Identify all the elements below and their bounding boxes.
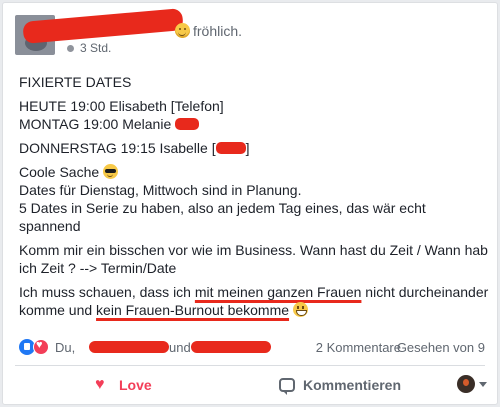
comment-button[interactable]: Kommentieren	[279, 369, 401, 401]
redacted-name	[89, 341, 169, 353]
underlined-text-2: kein Frauen-Burnout bekomme	[96, 302, 290, 318]
date-line-montag: MONTAG 19:00 Melanie	[19, 116, 172, 132]
date-line-donnerstag: DONNERSTAG 19:15 Isabelle [	[19, 140, 216, 156]
love-reaction-icon	[33, 339, 49, 355]
profile-avatar-icon	[457, 375, 475, 393]
reaction-bar[interactable]: Du, und 2 Kommentare Gesehen von 9	[19, 337, 485, 357]
divider	[15, 365, 485, 366]
smiley-icon	[175, 23, 190, 38]
business-text: Komm mir ein bisschen vor wie im Busines…	[19, 242, 488, 276]
redacted-text	[175, 118, 200, 130]
redacted-name	[191, 341, 271, 353]
redacted-author-name	[22, 8, 184, 44]
paragraph-coole: Coole Sache Dates für Dienstag, Mittwoch…	[19, 163, 489, 235]
feeling-text: fröhlich.	[193, 23, 243, 39]
time-label: 3 Std.	[80, 41, 112, 55]
comment-icon	[279, 378, 295, 395]
love-label: Love	[119, 377, 152, 393]
post-time[interactable]: 3 Std.	[67, 41, 111, 55]
dates-fixed: HEUTE 19:00 Elisabeth [Telefon] MONTAG 1…	[19, 97, 489, 133]
chevron-down-icon	[479, 381, 487, 387]
post-title: FIXIERTE DATES	[19, 74, 132, 90]
comments-count[interactable]: 2 Kommentare	[316, 340, 401, 355]
post-card: fröhlich. 3 Std. FIXIERTE DATES HEUTE 19…	[2, 2, 498, 405]
dates-planung-text: Dates für Dienstag, Mittwoch sind in Pla…	[19, 182, 302, 198]
redacted-text	[215, 142, 246, 154]
post-as-selector[interactable]	[457, 375, 487, 393]
post-body: FIXIERTE DATES HEUTE 19:00 Elisabeth [Te…	[19, 73, 489, 325]
serie-text: 5 Dates in Serie zu haben, also an jedem…	[19, 200, 426, 234]
love-button[interactable]: ♥ Love	[95, 369, 152, 401]
clock-icon	[67, 45, 74, 53]
bracket: ]	[245, 140, 250, 156]
heart-icon: ♥	[95, 376, 105, 393]
date-line-heute: HEUTE 19:00 Elisabeth [Telefon]	[19, 98, 224, 114]
comment-label: Kommentieren	[303, 377, 402, 393]
grin-icon	[292, 302, 308, 317]
sunglasses-icon	[103, 164, 119, 179]
date-line-donnerstag-wrap: DONNERSTAG 19:15 Isabelle []	[19, 139, 489, 157]
action-bar: ♥ Love Kommentieren	[15, 369, 487, 401]
paragraph-frauen: Ich muss schauen, dass ich mit meinen ga…	[19, 283, 489, 319]
post-header: fröhlich. 3 Std.	[15, 8, 485, 59]
reaction-names[interactable]: Du,	[55, 340, 75, 355]
muss-text-a: Ich muss schauen, dass ich	[19, 284, 195, 300]
reaction-und: und	[169, 340, 191, 355]
coole-text: Coole Sache	[19, 164, 100, 180]
seen-count[interactable]: Gesehen von 9	[397, 340, 485, 355]
underlined-text-1: mit meinen ganzen Frauen	[194, 284, 362, 300]
